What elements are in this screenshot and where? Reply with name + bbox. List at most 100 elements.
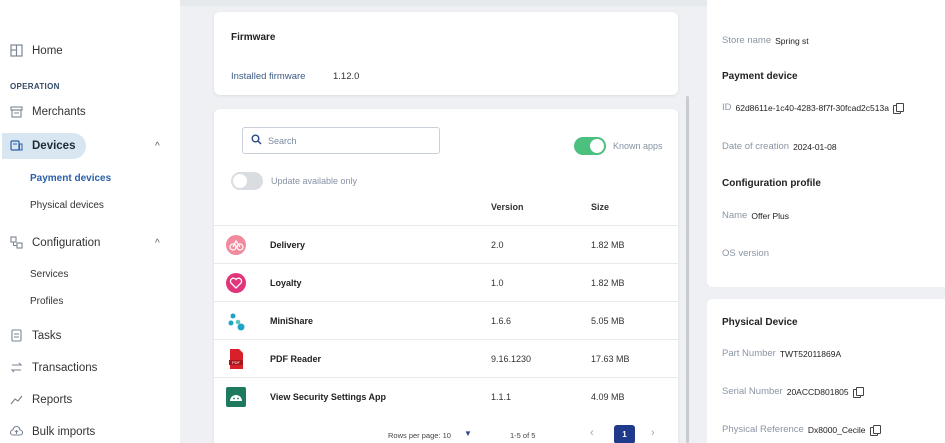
- sidebar-item-services[interactable]: Services: [30, 269, 68, 280]
- chevron-up-icon[interactable]: ^: [155, 238, 160, 249]
- chevron-left-icon[interactable]: ‹: [590, 427, 594, 439]
- rows-per-page-label[interactable]: Rows per page: 10: [388, 431, 451, 440]
- delivery-icon: [225, 234, 247, 256]
- app-size: 5.05 MB: [591, 316, 625, 326]
- firmware-label: Installed firmware: [231, 71, 306, 82]
- home-icon: [10, 44, 23, 57]
- nav-bulk-imports[interactable]: Bulk imports: [10, 425, 95, 438]
- device-id-row: ID 62d8611e-1c40-4283-8f7f-30fcad2c513a: [722, 102, 904, 114]
- physical-device-title: Physical Device: [722, 317, 798, 328]
- reports-icon: [10, 393, 23, 406]
- firmware-title: Firmware: [231, 32, 276, 43]
- nav-merchants-label: Merchants: [32, 105, 86, 118]
- creation-date-label: Date of creation: [722, 141, 790, 152]
- app-version: 9.16.1230: [491, 354, 532, 364]
- payment-device-title: Payment device: [722, 71, 798, 82]
- pdf-icon: PDF: [225, 348, 247, 370]
- app-size: 1.82 MB: [591, 240, 625, 250]
- serial-number-row: Serial Number 20ACCD801805: [722, 386, 864, 398]
- scrollbar[interactable]: [686, 96, 689, 443]
- os-version-label: OS version: [722, 248, 769, 259]
- store-name-label: Store name: [722, 35, 772, 46]
- copy-icon[interactable]: [869, 424, 881, 436]
- nav-transactions-label: Transactions: [32, 361, 98, 374]
- svg-text:PDF: PDF: [232, 360, 241, 365]
- store-icon: [10, 105, 23, 118]
- nav-tasks[interactable]: Tasks: [10, 329, 61, 342]
- chevron-up-icon[interactable]: ^: [155, 141, 160, 152]
- known-apps-toggle[interactable]: [574, 137, 606, 155]
- physical-reference-row: Physical Reference Dx8000_Cecile: [722, 424, 881, 436]
- firmware-value: 1.12.0: [333, 71, 360, 82]
- device-id-value: 62d8611e-1c40-4283-8f7f-30fcad2c513a: [735, 102, 889, 113]
- app-name: PDF Reader: [270, 354, 322, 364]
- section-operation: OPERATION: [10, 82, 60, 91]
- firmware-card: Firmware Installed firmware 1.12.0: [214, 12, 678, 95]
- page-button-current[interactable]: 1: [614, 425, 635, 443]
- table-row[interactable]: PDF PDF Reader 9.16.1230 17.63 MB: [214, 339, 678, 377]
- app-name: MiniShare: [270, 316, 314, 326]
- creation-date-value: 2024-01-08: [793, 141, 837, 152]
- table-row[interactable]: Delivery 2.0 1.82 MB: [214, 225, 678, 263]
- app-size: 1.82 MB: [591, 278, 625, 288]
- search-input[interactable]: [268, 135, 428, 146]
- table-row[interactable]: MiniShare 1.6.6 5.05 MB: [214, 301, 678, 339]
- nav-configuration-label: Configuration: [32, 236, 101, 249]
- toggle-knob: [590, 139, 604, 153]
- nav-transactions[interactable]: Transactions: [10, 361, 97, 374]
- app-name: Delivery: [270, 240, 306, 250]
- physical-reference-value: Dx8000_Cecile: [807, 424, 866, 435]
- profile-name-label: Name: [722, 210, 748, 221]
- nav-bulk-imports-label: Bulk imports: [32, 425, 96, 438]
- search-icon: [251, 132, 262, 150]
- device-icon: [10, 139, 23, 152]
- store-name-row: Store name Spring st: [722, 35, 809, 46]
- sidebar-item-profiles[interactable]: Profiles: [30, 296, 63, 307]
- table-row[interactable]: Loyalty 1.0 1.82 MB: [214, 263, 678, 301]
- physical-reference-label: Physical Reference: [722, 424, 804, 435]
- nav-configuration[interactable]: Configuration: [10, 236, 100, 249]
- table-row[interactable]: View Security Settings App 1.1.1 4.09 MB: [214, 377, 678, 415]
- column-header-size[interactable]: Size: [591, 202, 609, 212]
- search-box[interactable]: [242, 127, 440, 154]
- part-number-row: Part Number TWT52011869A: [722, 348, 841, 359]
- nav-merchants[interactable]: Merchants: [10, 105, 86, 118]
- loyalty-icon: [225, 272, 247, 294]
- sidebar-item-physical-devices[interactable]: Physical devices: [30, 200, 104, 211]
- copy-icon[interactable]: [852, 386, 864, 398]
- android-icon: [225, 386, 247, 408]
- app-version: 2.0: [491, 240, 504, 250]
- tasks-icon: [10, 329, 23, 342]
- profile-name-row: Name Offer Plus: [722, 210, 789, 221]
- update-available-toggle[interactable]: [231, 172, 263, 190]
- copy-icon[interactable]: [892, 102, 904, 114]
- serial-number-label: Serial Number: [722, 386, 783, 397]
- caret-down-icon[interactable]: ▼: [464, 429, 472, 438]
- configuration-profile-title: Configuration profile: [722, 178, 821, 189]
- creation-date-row: Date of creation 2024-01-08: [722, 141, 837, 152]
- column-header-version[interactable]: Version: [491, 202, 524, 212]
- serial-number-value: 20ACCD801805: [786, 386, 849, 397]
- profile-name-value: Offer Plus: [751, 210, 789, 221]
- toggle-knob: [233, 174, 247, 188]
- app-size: 17.63 MB: [591, 354, 630, 364]
- sidebar-item-payment-devices[interactable]: Payment devices: [30, 173, 111, 184]
- update-available-label: Update available only: [271, 176, 358, 186]
- part-number-label: Part Number: [722, 348, 776, 359]
- nav-tasks-label: Tasks: [32, 329, 62, 342]
- nav-home[interactable]: Home: [10, 44, 63, 57]
- app-version: 1.1.1: [491, 392, 512, 402]
- configuration-icon: [10, 236, 23, 249]
- nav-reports[interactable]: Reports: [10, 393, 72, 406]
- app-version: 1.6.6: [491, 316, 512, 326]
- app-name: View Security Settings App: [270, 392, 387, 402]
- page-range: 1-5 of 5: [510, 431, 536, 440]
- part-number-value: TWT52011869A: [779, 348, 842, 359]
- nav-home-label: Home: [32, 44, 63, 57]
- apps-card: Known apps Update available only Version…: [214, 109, 678, 443]
- nav-devices[interactable]: Devices: [10, 139, 75, 152]
- chevron-right-icon[interactable]: ›: [651, 427, 655, 439]
- sidebar: Home OPERATION Merchants Devices ^ Payme…: [0, 0, 180, 443]
- known-apps-label: Known apps: [613, 141, 663, 151]
- app-name: Loyalty: [270, 278, 302, 288]
